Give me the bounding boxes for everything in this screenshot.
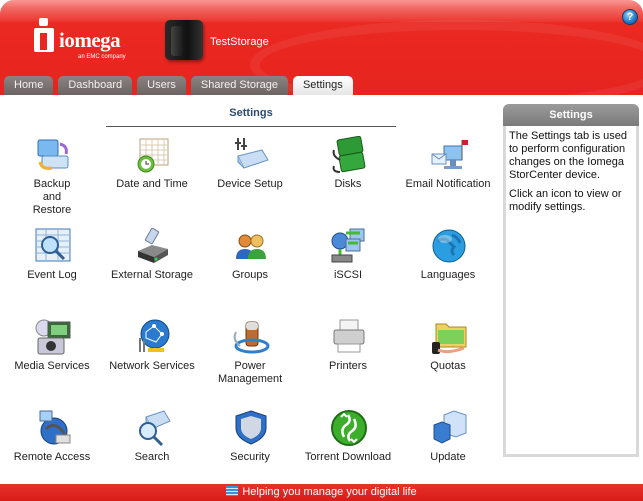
- settings-item-label[interactable]: Backup and Restore: [2, 178, 102, 217]
- power-management-icon[interactable]: [232, 318, 270, 356]
- settings-item-network-services[interactable]: Network Services: [102, 315, 202, 405]
- media-services-icon[interactable]: [34, 318, 72, 356]
- settings-item-label[interactable]: Device Setup: [200, 178, 300, 191]
- footer-logo-icon: [226, 486, 239, 496]
- settings-item-label[interactable]: Groups: [200, 269, 300, 282]
- email-notification-icon[interactable]: [430, 136, 468, 174]
- settings-item-printers[interactable]: Printers: [298, 315, 398, 405]
- settings-item-label[interactable]: Network Services: [102, 360, 202, 373]
- settings-item-label[interactable]: Email Notification: [398, 178, 498, 191]
- shield-icon[interactable]: [232, 409, 270, 447]
- settings-item-quotas[interactable]: Quotas: [398, 315, 498, 405]
- external-storage-icon[interactable]: [134, 227, 172, 265]
- settings-item-label[interactable]: Quotas: [398, 360, 498, 373]
- header: iomega an EMC company TestStorage ? Home…: [0, 0, 643, 95]
- footer: Helping you manage your digital life: [0, 484, 643, 501]
- remote-access-icon[interactable]: [34, 409, 72, 447]
- tab-dashboard[interactable]: Dashboard: [58, 76, 133, 95]
- settings-main: Settings Backup and Restore Date and Time…: [0, 95, 500, 485]
- brand-name: iomega: [59, 28, 121, 52]
- printer-icon[interactable]: [330, 318, 368, 356]
- settings-item-label[interactable]: iSCSI: [298, 269, 398, 282]
- settings-item-external-storage[interactable]: External Storage: [102, 224, 202, 314]
- settings-item-search[interactable]: Search: [102, 406, 202, 496]
- settings-item-event-log[interactable]: Event Log: [2, 224, 102, 314]
- backup-restore-icon[interactable]: [34, 136, 72, 174]
- settings-item-label[interactable]: Search: [102, 451, 202, 464]
- help-icon[interactable]: ?: [622, 9, 638, 25]
- settings-item-date-and-time[interactable]: Date and Time: [102, 133, 202, 223]
- settings-item-torrent-download[interactable]: Torrent Download: [298, 406, 398, 496]
- brand-sub: an EMC company: [78, 54, 126, 60]
- settings-item-label[interactable]: Torrent Download: [298, 451, 398, 464]
- settings-item-iscsi[interactable]: iSCSI: [298, 224, 398, 314]
- help-panel: Settings The Settings tab is used to per…: [503, 104, 639, 457]
- tab-settings[interactable]: Settings: [292, 76, 353, 95]
- iomega-logo: iomega an EMC company: [34, 18, 129, 62]
- settings-item-backup-and-restore[interactable]: Backup and Restore: [2, 133, 102, 223]
- calendar-clock-icon[interactable]: [134, 136, 172, 174]
- settings-item-label[interactable]: Event Log: [2, 269, 102, 282]
- help-panel-text: The Settings tab is used to perform conf…: [509, 130, 628, 181]
- globe-icon[interactable]: [430, 227, 468, 265]
- settings-item-email-notification[interactable]: Email Notification: [398, 133, 498, 223]
- settings-item-label[interactable]: Media Services: [2, 360, 102, 373]
- update-icon[interactable]: [430, 409, 468, 447]
- settings-item-label[interactable]: Disks: [298, 178, 398, 191]
- tab-users[interactable]: Users: [137, 76, 186, 95]
- search-icon[interactable]: [134, 409, 172, 447]
- section-divider: [106, 126, 396, 127]
- settings-item-label[interactable]: Remote Access: [2, 451, 102, 464]
- settings-item-label[interactable]: Update: [398, 451, 498, 464]
- settings-item-label[interactable]: Power Management: [200, 360, 300, 386]
- settings-item-media-services[interactable]: Media Services: [2, 315, 102, 405]
- disks-icon[interactable]: [330, 136, 368, 174]
- device-name: TestStorage: [210, 36, 269, 48]
- settings-item-device-setup[interactable]: Device Setup: [200, 133, 300, 223]
- event-log-icon[interactable]: [34, 227, 72, 265]
- iscsi-icon[interactable]: [330, 227, 368, 265]
- settings-item-languages[interactable]: Languages: [398, 224, 498, 314]
- device-setup-icon[interactable]: [232, 136, 270, 174]
- quotas-icon[interactable]: [430, 318, 468, 356]
- help-panel-text: Click an icon to view or modify settings…: [509, 188, 622, 213]
- torrent-icon[interactable]: [330, 409, 368, 447]
- main-tabs: Home Dashboard Users Shared Storage Settings: [4, 76, 353, 95]
- settings-item-remote-access[interactable]: Remote Access: [2, 406, 102, 496]
- settings-item-label[interactable]: Security: [200, 451, 300, 464]
- help-panel-title: Settings: [503, 104, 639, 126]
- settings-item-update[interactable]: Update: [398, 406, 498, 496]
- tab-home[interactable]: Home: [4, 76, 54, 95]
- settings-item-label[interactable]: Printers: [298, 360, 398, 373]
- settings-item-label[interactable]: Date and Time: [102, 178, 202, 191]
- settings-item-label[interactable]: Languages: [398, 269, 498, 282]
- section-title: Settings: [229, 107, 273, 119]
- iomega-i-icon: [34, 18, 54, 54]
- settings-item-power-management[interactable]: Power Management: [200, 315, 300, 405]
- settings-item-groups[interactable]: Groups: [200, 224, 300, 314]
- settings-item-security[interactable]: Security: [200, 406, 300, 496]
- network-services-icon[interactable]: [134, 318, 172, 356]
- settings-item-disks[interactable]: Disks: [298, 133, 398, 223]
- tab-shared-storage[interactable]: Shared Storage: [190, 76, 288, 95]
- groups-icon[interactable]: [232, 227, 270, 265]
- settings-item-label[interactable]: External Storage: [102, 269, 202, 282]
- footer-tagline: Helping you manage your digital life: [242, 486, 417, 498]
- storage-device-icon: [165, 20, 203, 60]
